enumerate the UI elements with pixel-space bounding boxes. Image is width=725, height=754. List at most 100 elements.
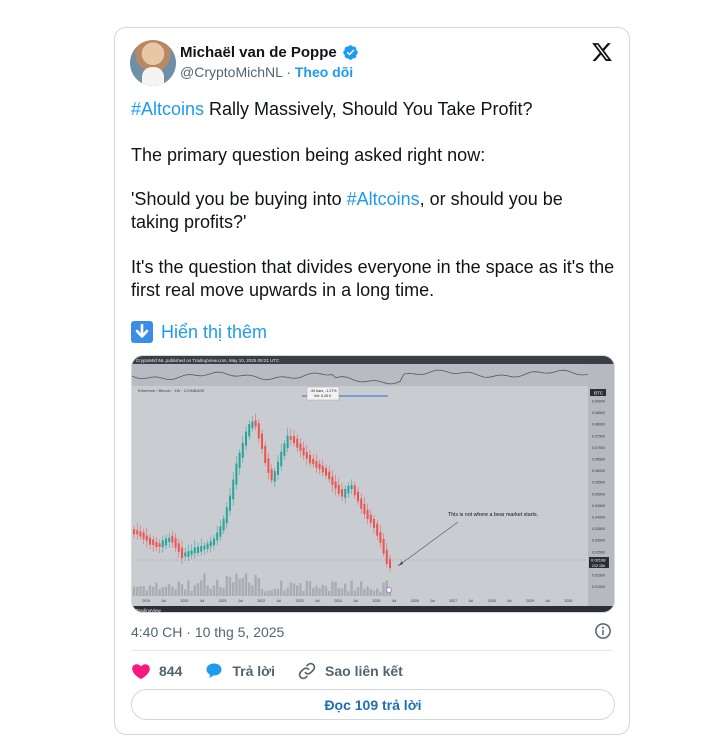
candle-body <box>376 523 379 536</box>
volume-bar <box>222 588 225 596</box>
volume-bar <box>366 586 369 596</box>
chart-image[interactable]: CryptoMichNL published on TradingView.co… <box>131 355 615 613</box>
volume-bar <box>241 577 244 596</box>
candle-body <box>299 443 302 451</box>
x-tick-label: Jul <box>315 599 320 603</box>
candle-body <box>133 529 135 535</box>
show-more-link[interactable]: Hiển thị thêm <box>131 321 267 343</box>
volume-bar <box>196 583 200 596</box>
candle-body <box>363 503 366 514</box>
follow-button[interactable]: Theo dõi <box>295 64 353 80</box>
candle-body <box>142 532 145 540</box>
like-button[interactable]: 844 <box>131 661 182 681</box>
author-handle[interactable]: @CryptoMichNL <box>180 64 282 80</box>
candle-body <box>379 531 382 543</box>
x-tick-label: 2021 <box>219 599 227 603</box>
x-tick-label: 2028 <box>488 599 496 603</box>
y-tick-label: 0.02500 <box>592 550 605 554</box>
candle-body <box>165 538 167 546</box>
candle-body <box>219 526 222 537</box>
candle-body <box>222 518 225 531</box>
volume-bar <box>132 586 136 596</box>
candle-body <box>267 458 270 473</box>
candle-body <box>283 443 286 456</box>
volume-bar <box>212 585 216 596</box>
volume-bar <box>273 588 276 596</box>
candle-body <box>206 543 209 549</box>
hashtag-link[interactable]: #Altcoins <box>131 99 204 119</box>
volume-bar <box>340 588 344 596</box>
candle-body <box>273 471 276 482</box>
x-logo-icon[interactable] <box>591 41 613 63</box>
author-handle-row: @CryptoMichNL · Theo dõi <box>180 64 353 80</box>
volume-bar <box>276 589 280 596</box>
link-icon <box>298 662 316 680</box>
volume-bar <box>324 586 328 596</box>
action-bar: 844 Trả lời Sao liên kết <box>131 661 425 681</box>
volume-bar <box>184 589 187 596</box>
volume-bar <box>382 582 385 596</box>
price-label: 0.02198 <box>591 558 606 563</box>
candle-body <box>305 452 308 459</box>
divider <box>131 650 613 651</box>
x-tick-label: 2023 <box>296 599 304 603</box>
show-more-label: Hiển thị thêm <box>161 321 268 342</box>
like-count: 844 <box>159 663 183 679</box>
candle-body <box>187 551 190 557</box>
info-icon[interactable] <box>594 622 612 640</box>
candle-body <box>296 438 299 448</box>
volume-bar <box>267 590 270 596</box>
volume-bar <box>203 573 206 596</box>
candle-body <box>270 469 273 481</box>
candle-body <box>184 552 187 557</box>
read-replies-button[interactable]: Đọc 109 trả lời <box>131 689 615 720</box>
candle-body <box>334 481 337 489</box>
author-name-row: Michaël van de Poppe <box>180 44 359 61</box>
separator-dot: · <box>286 64 291 80</box>
candle-body <box>251 421 254 429</box>
volume-bar <box>161 587 164 596</box>
volume-bar <box>158 589 161 596</box>
candle-body <box>171 535 174 543</box>
candle-body <box>353 485 356 496</box>
tweet-timestamp[interactable]: 4:40 CH · 10 thg 5, 2025 <box>131 624 284 640</box>
measure-label-1: -90 bars, -1.27% <box>310 389 337 393</box>
candle-body <box>152 539 155 545</box>
y-tick-label: 0.06500 <box>592 458 605 462</box>
tweet-paragraph-3: 'Should you be buying into #Altcoins, or… <box>131 188 611 234</box>
y-tick-label: 0.05500 <box>592 481 605 485</box>
y-tick-label: 0.01000 <box>592 585 605 589</box>
x-tick-label: Jul <box>430 599 435 603</box>
volume-bar <box>337 588 340 596</box>
candle-body <box>347 485 350 494</box>
hashtag-link[interactable]: #Altcoins <box>347 189 420 209</box>
candle-body <box>289 436 292 440</box>
candle-body <box>248 424 251 437</box>
x-tick-label: Jul <box>545 599 550 603</box>
verified-badge-icon <box>342 45 358 60</box>
candle-body <box>309 455 311 464</box>
volume-bar <box>142 586 145 596</box>
candle-body <box>328 471 331 480</box>
candle-body <box>302 447 305 456</box>
volume-bar <box>235 573 238 596</box>
x-tick-label: 2024 <box>334 599 342 603</box>
down-arrow-icon <box>131 321 153 343</box>
author-name[interactable]: Michaël van de Poppe <box>180 44 337 61</box>
avatar[interactable] <box>130 40 176 86</box>
x-tick-label: 2027 <box>449 599 457 603</box>
y-tick-label: 0.03500 <box>592 527 605 531</box>
candle-body <box>261 433 263 449</box>
candle-body <box>232 479 235 500</box>
volume-bar <box>177 581 180 596</box>
volume-bar <box>193 585 196 596</box>
x-tick-label: 2030 <box>564 599 572 603</box>
volume-bar <box>155 582 158 596</box>
candle-body <box>229 495 231 511</box>
candle-body <box>209 541 212 547</box>
volume-bar <box>251 585 254 596</box>
candle-body <box>280 451 283 467</box>
volume-bar <box>318 588 321 596</box>
reply-button[interactable]: Trả lời <box>204 661 275 681</box>
copy-link-button[interactable]: Sao liên kết <box>297 661 403 681</box>
